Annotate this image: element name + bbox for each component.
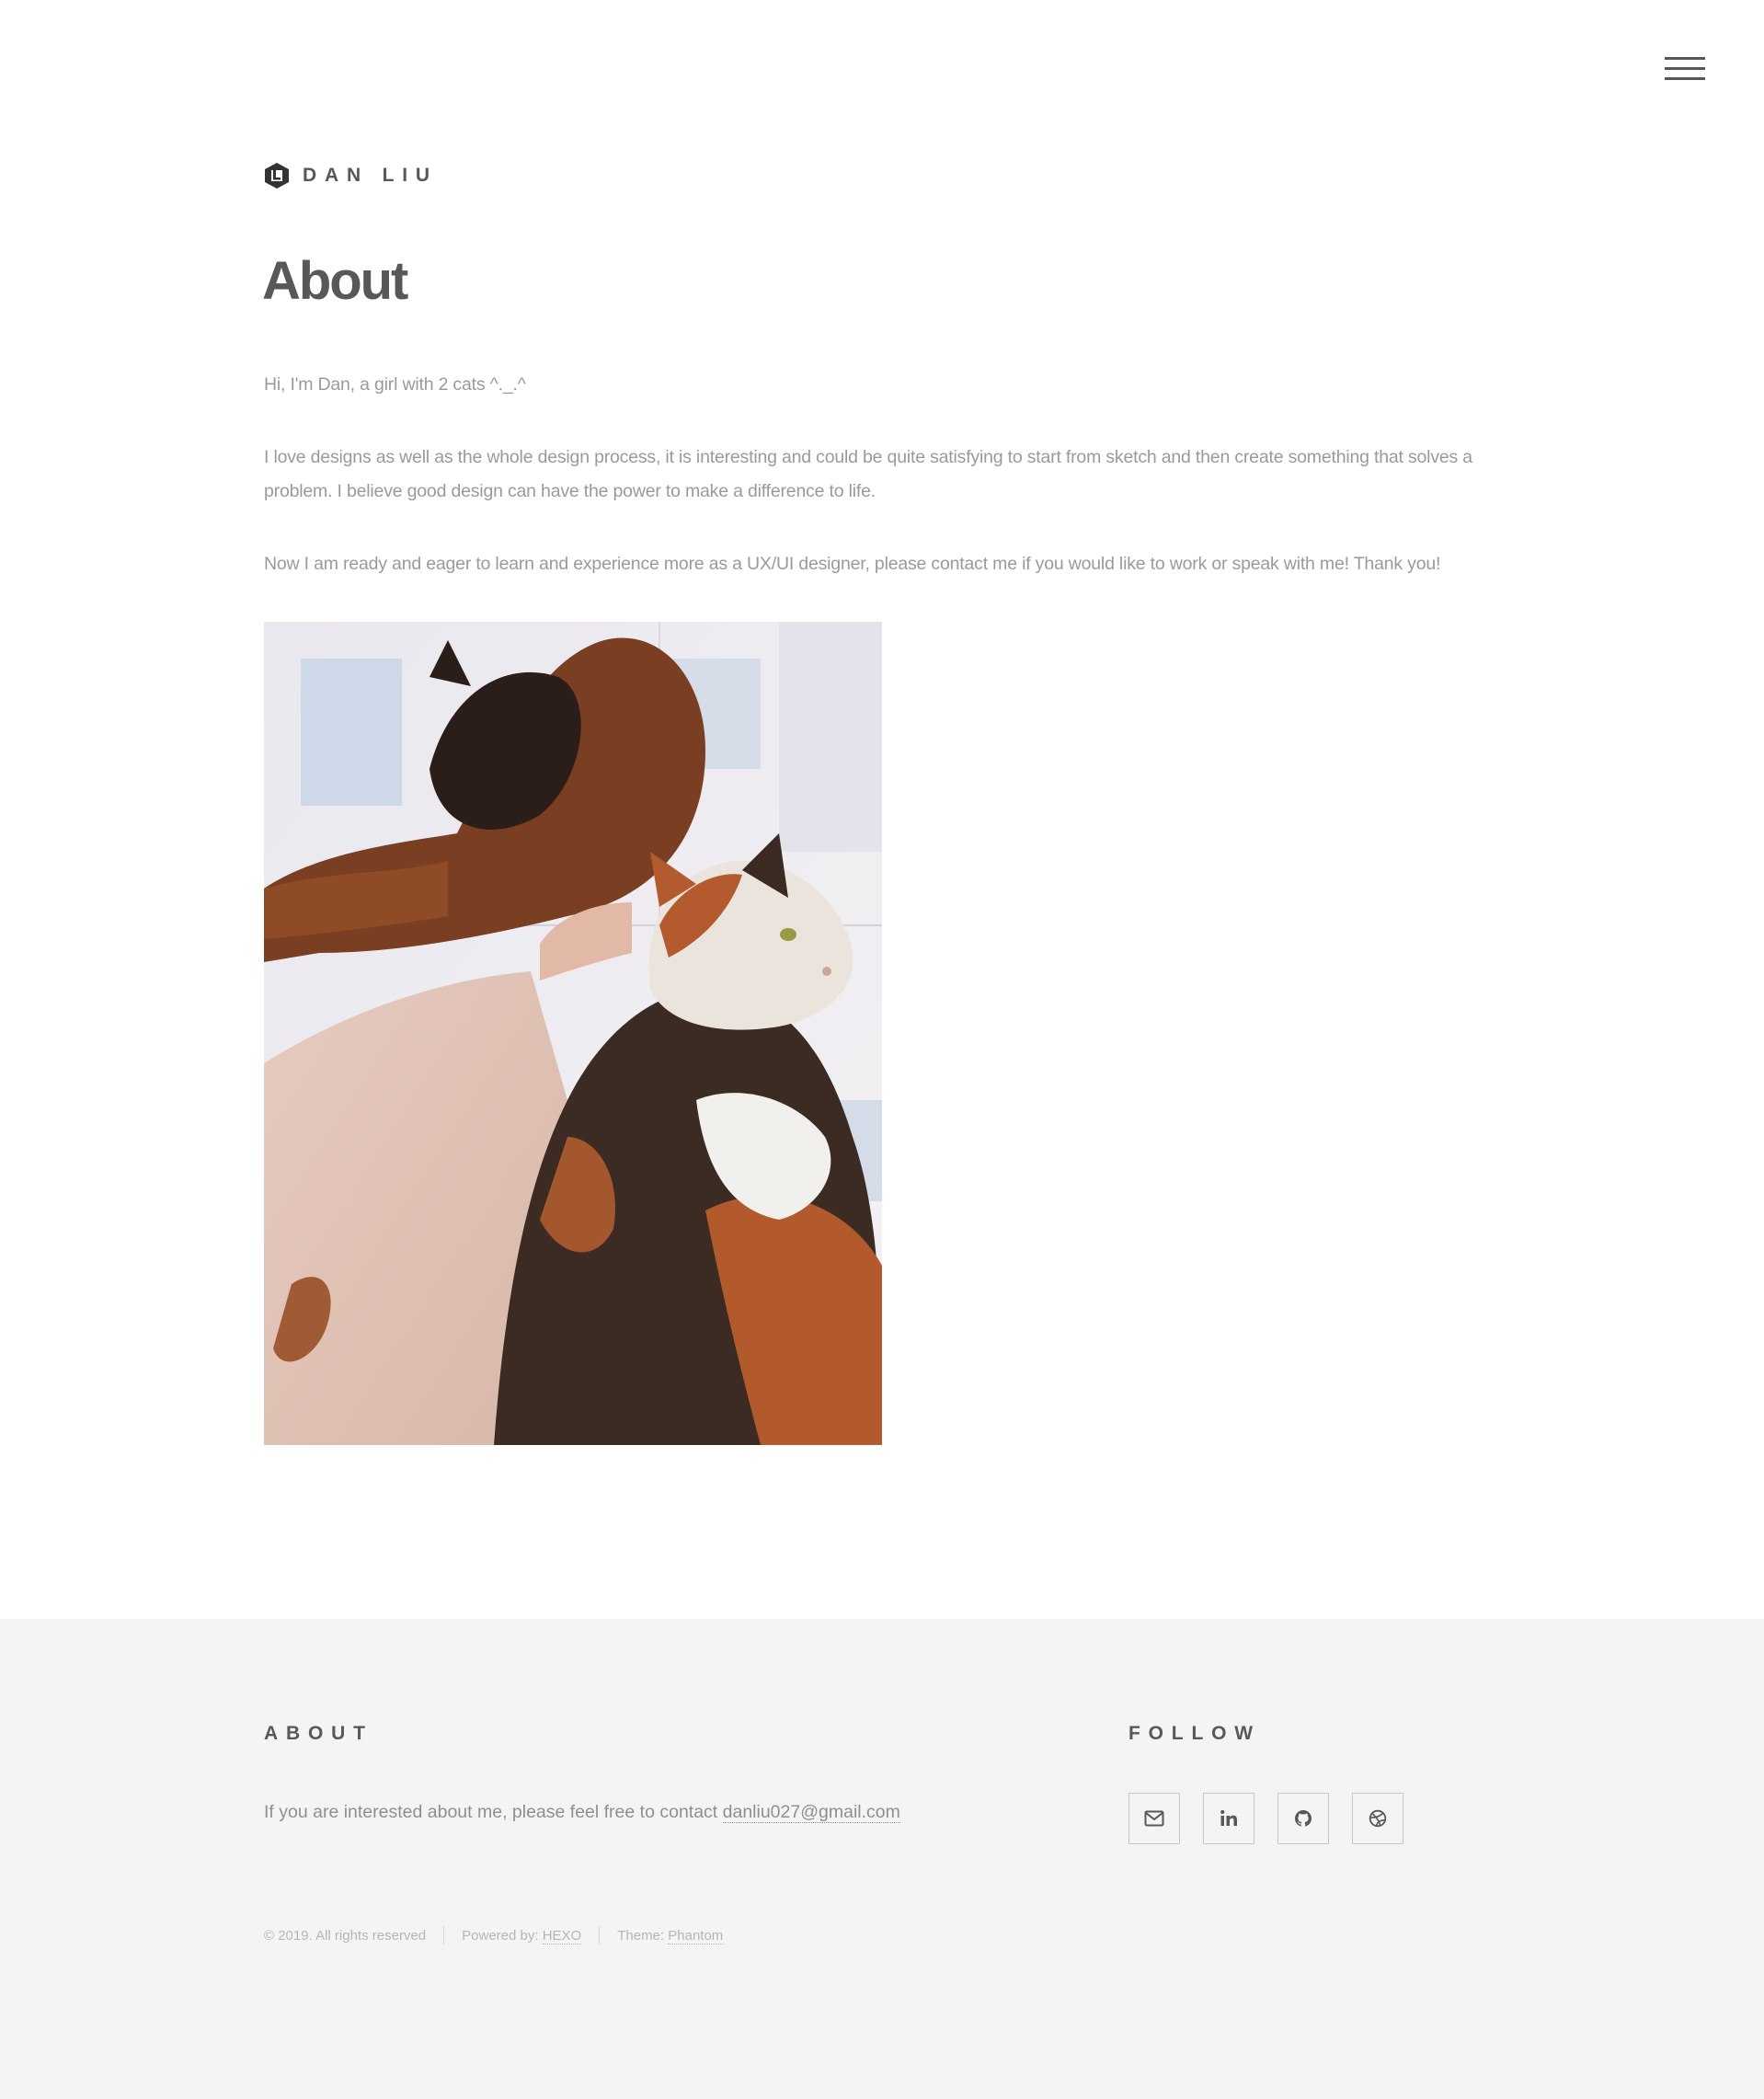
copyright-bar: © 2019. All rights reserved Powered by: … — [264, 1926, 724, 1944]
phantom-link[interactable]: Phantom — [668, 1927, 724, 1944]
intro-paragraph: Hi, I'm Dan, a girl with 2 cats ^._.^ — [264, 374, 526, 395]
social-links — [1128, 1793, 1403, 1844]
footer-about-heading: ABOUT — [264, 1723, 373, 1744]
github-icon[interactable] — [1277, 1793, 1329, 1844]
contact-paragraph: Now I am ready and eager to learn and ex… — [264, 554, 1441, 574]
footer-about-sentence: If you are interested about me, please f… — [264, 1802, 718, 1822]
footer-follow-heading: FOLLOW — [1128, 1723, 1261, 1744]
theme-label: Theme: — [617, 1927, 665, 1944]
linkedin-icon[interactable] — [1203, 1793, 1254, 1844]
email-icon[interactable] — [1128, 1793, 1180, 1844]
about-content: Hi, I'm Dan, a girl with 2 cats ^._.^ I … — [264, 368, 1496, 620]
site-title: DAN LIU — [303, 165, 438, 186]
site-logo-link[interactable]: DAN LIU — [264, 162, 438, 189]
hexo-link[interactable]: HEXO — [542, 1927, 582, 1944]
copyright-text: © 2019. All rights reserved — [264, 1927, 427, 1944]
footer-about-text: If you are interested about me, please f… — [264, 1795, 900, 1829]
hexagon-logo-icon — [264, 162, 290, 189]
menu-line — [1665, 77, 1705, 80]
divider — [599, 1926, 601, 1944]
theme-credit: Theme: Phantom — [617, 1927, 724, 1944]
hamburger-menu-icon[interactable] — [1659, 48, 1709, 85]
powered-by-label: Powered by: — [462, 1927, 539, 1944]
menu-line — [1665, 67, 1705, 70]
email-link[interactable]: danliu027@gmail.com — [722, 1802, 900, 1823]
dribbble-icon[interactable] — [1352, 1793, 1403, 1844]
site-footer: ABOUT FOLLOW If you are interested about… — [0, 1619, 1764, 2099]
design-paragraph: I love designs as well as the whole desi… — [264, 447, 1472, 501]
cats-photo — [264, 622, 882, 1445]
divider — [443, 1926, 445, 1944]
page-title: About — [262, 251, 408, 311]
menu-line — [1665, 57, 1705, 60]
powered-by: Powered by: HEXO — [462, 1927, 582, 1944]
